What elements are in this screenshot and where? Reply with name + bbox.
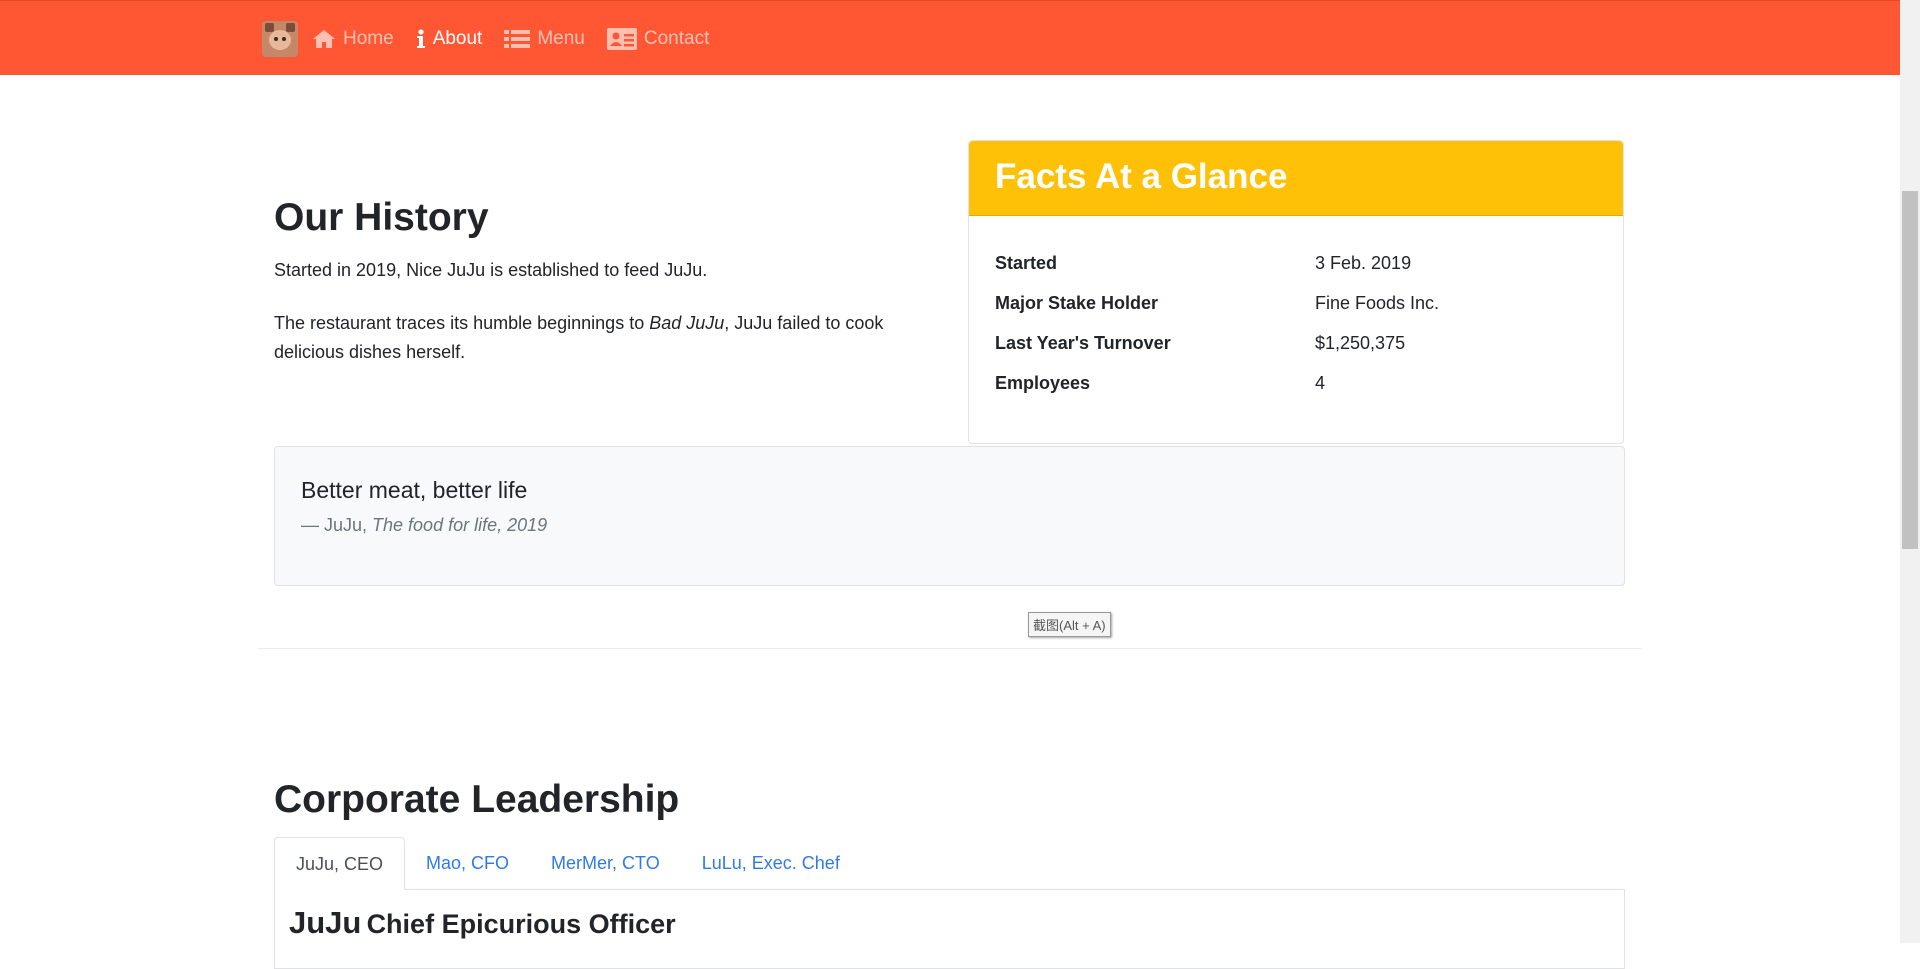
quote-citation: The food for life, 2019 [372,515,548,535]
facts-row: Last Year's Turnover $1,250,375 [995,323,1439,363]
screenshot-tooltip: 截图(Alt + A) [1028,612,1111,637]
logo-ear-right [286,23,295,32]
history-text-emphasis: Bad JuJu [649,313,725,333]
history-paragraph: The restaurant traces its humble beginni… [274,309,914,367]
nav-label-home: Home [343,28,394,49]
facts-row: Major Stake Holder Fine Foods Inc. [995,283,1439,323]
nav-label-about: About [432,28,483,49]
brand-logo[interactable] [262,21,298,57]
home-icon [313,30,335,48]
facts-row: Started 3 Feb. 2019 [995,243,1439,283]
facts-title: Facts At a Glance [995,157,1288,196]
fact-label: Last Year's Turnover [995,332,1171,353]
leader-heading: JuJu Chief Epicurious Officer [289,905,676,941]
nav-label-contact: Contact [643,28,710,49]
leadership-tabs: JuJu, CEO Mao, CFO MerMer, CTO LuLu, Exe… [274,837,1625,890]
logo-face [269,30,291,50]
fact-value: 3 Feb. 2019 [1315,252,1412,273]
fact-value: $1,250,375 [1315,332,1406,353]
fact-label: Major Stake Holder [995,292,1159,313]
fact-value: 4 [1315,372,1326,393]
history-text-before: The restaurant traces its humble beginni… [274,313,650,333]
section-divider [258,648,1641,649]
facts-table: Started 3 Feb. 2019 Major Stake Holder F… [995,243,1439,403]
scrollbar-thumb[interactable] [1902,191,1918,549]
nav-label-menu: Menu [537,28,585,49]
fact-label: Employees [995,372,1091,393]
fact-label: Started [995,252,1058,273]
tab-juju-ceo[interactable]: JuJu, CEO [274,837,406,890]
leadership-title: Corporate Leadership [274,778,680,821]
fact-value: Fine Foods Inc. [1315,292,1440,313]
facts-header: Facts At a Glance [969,141,1623,216]
quote-text: Better meat, better life [301,477,528,503]
logo-eye-left [274,37,278,41]
info-icon [416,29,425,48]
logo-eye-right [282,37,286,41]
tab-mao-cfo[interactable]: Mao, CFO [405,837,530,889]
nav-link-contact[interactable]: Contact [606,28,710,50]
leader-name: JuJu [289,905,362,940]
quote-author: — JuJu, [301,515,373,535]
facts-card: Facts At a Glance Started 3 Feb. 2019 Ma… [968,140,1624,444]
history-intro: Started in 2019, Nice JuJu is establishe… [274,260,708,280]
leader-role: Chief Epicurious Officer [366,909,676,939]
blockquote: Better meat, better life — JuJu, The foo… [274,446,1625,586]
history-title: Our History [274,196,489,239]
logo-ear-left [265,23,274,32]
tab-mermer-cto[interactable]: MerMer, CTO [530,837,681,889]
nav-link-home[interactable]: Home [312,28,394,50]
nav-link-menu[interactable]: Menu [504,28,585,50]
tab-lulu-exec-chef[interactable]: LuLu, Exec. Chef [681,837,861,889]
list-icon [504,30,531,48]
contact-card-icon [606,28,637,50]
nav-container: Home About Menu Contact [262,19,731,59]
tab-pane-juju: JuJu Chief Epicurious Officer [274,889,1625,969]
quote-footer: — JuJu, The food for life, 2019 [301,515,547,536]
nav-link-about[interactable]: About [416,28,483,50]
navbar: Home About Menu Contact [0,0,1900,75]
facts-row: Employees 4 [995,363,1439,403]
